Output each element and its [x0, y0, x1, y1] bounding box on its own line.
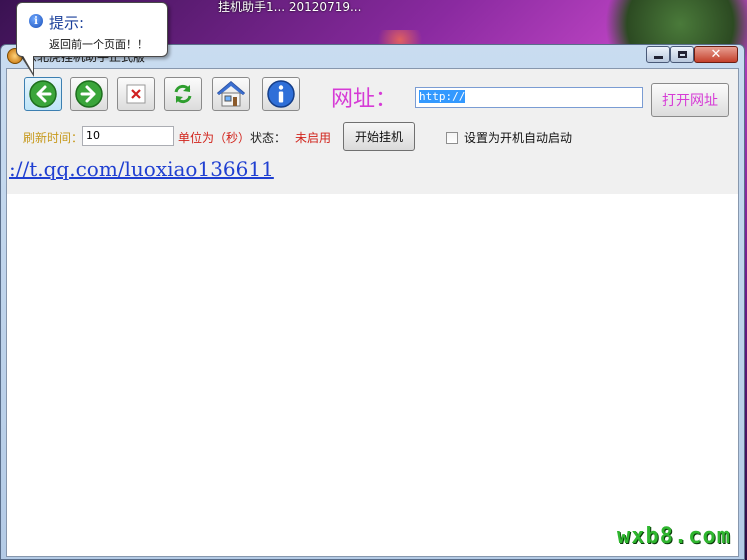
back-arrow-icon [29, 80, 57, 108]
close-icon: ✕ [710, 47, 722, 62]
client-area: 网址： http:// 打开网址 刷新时间： 10 单位为（秒） 状态： 未启用… [6, 68, 739, 557]
close-button[interactable]: ✕ [694, 46, 738, 63]
weibo-link[interactable]: ://t.qq.com/luoxiao136611 [9, 157, 274, 181]
info-icon: i [29, 14, 43, 28]
status-label: 状态： [250, 131, 287, 145]
maximize-button[interactable] [670, 46, 694, 63]
minimize-button[interactable] [646, 46, 670, 63]
forward-button[interactable] [70, 77, 108, 111]
home-icon [217, 81, 245, 107]
refresh-button[interactable] [164, 77, 202, 111]
desktop-taskbar-title: 挂机助手1... 20120719... [218, 0, 362, 14]
home-button[interactable] [212, 77, 250, 111]
url-label: 网址： [331, 87, 398, 112]
autostart-label[interactable]: 设置为开机自动启动 [464, 129, 572, 146]
unit-label: 单位为（秒） [178, 131, 251, 145]
tooltip-text: 返回前一个页面！！ [49, 38, 148, 51]
tooltip-title: 提示: [49, 14, 85, 32]
start-hangup-button[interactable]: 开始挂机 [343, 122, 415, 151]
url-input[interactable]: http:// [415, 87, 643, 108]
minimize-icon [653, 56, 663, 59]
browser-view[interactable] [7, 194, 738, 556]
info-icon [267, 80, 295, 108]
watermark: wxb8.com [617, 524, 731, 549]
refresh-time-input[interactable]: 10 [82, 126, 174, 146]
tooltip-pointer-fill [22, 54, 33, 73]
open-url-button[interactable]: 打开网址 [651, 83, 729, 117]
stop-button[interactable] [117, 77, 155, 111]
url-input-value: http:// [419, 90, 466, 103]
refresh-time-label: 刷新时间： [23, 131, 84, 145]
stop-x-icon [126, 84, 146, 104]
forward-arrow-icon [75, 80, 103, 108]
app-window: 东北虎挂机助手正式版 ✕ 网址： http:// 打开网址 刷新时间： 10 单… [0, 44, 745, 560]
tooltip-balloon: i 提示: 返回前一个页面！！ [16, 2, 168, 57]
back-button[interactable] [24, 77, 62, 111]
refresh-icon [174, 84, 192, 104]
autostart-checkbox[interactable] [446, 132, 458, 144]
maximize-icon [677, 51, 687, 58]
status-value: 未启用 [295, 131, 332, 145]
about-button[interactable] [262, 77, 300, 111]
